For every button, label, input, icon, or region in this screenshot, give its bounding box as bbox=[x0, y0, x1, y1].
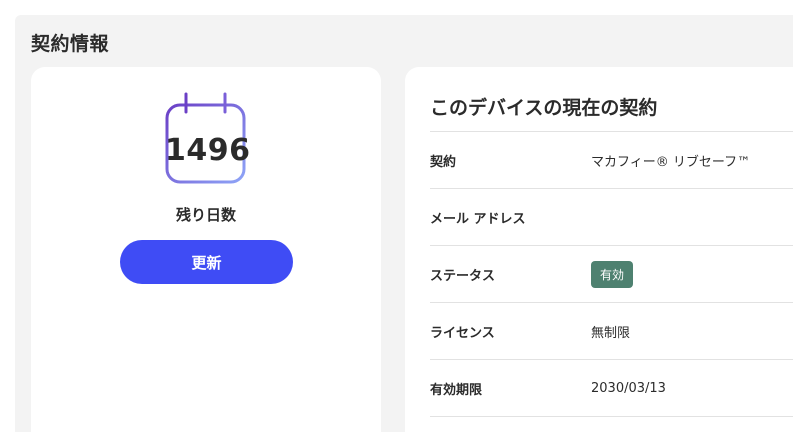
renew-button[interactable]: 更新 bbox=[120, 240, 293, 284]
detail-value: 2030/03/13 bbox=[591, 380, 666, 396]
detail-row-status: ステータス 有効 bbox=[430, 246, 793, 303]
detail-value: マカフィー® リブセーフ™ bbox=[591, 154, 751, 170]
status-badge: 有効 bbox=[591, 260, 634, 288]
subscription-details: 契約 マカフィー® リブセーフ™ メール アドレス ステータス 有効 ライセンス… bbox=[430, 131, 793, 417]
detail-label: 有効期限 bbox=[430, 382, 483, 398]
detail-value: 無制限 bbox=[591, 325, 631, 341]
days-remaining-label: 残り日数 bbox=[175, 206, 236, 224]
detail-label: ライセンス bbox=[430, 325, 495, 341]
detail-row-subscription: 契約 マカフィー® リブセーフ™ bbox=[430, 132, 793, 189]
card-title: このデバイスの現在の契約 bbox=[430, 97, 658, 119]
days-remaining-number: 1496 bbox=[165, 133, 251, 168]
days-remaining-card: 1496 残り日数 更新 bbox=[31, 67, 381, 447]
detail-row-email: メール アドレス bbox=[430, 189, 793, 246]
detail-label: メール アドレス bbox=[430, 211, 526, 227]
current-subscription-card: このデバイスの現在の契約 契約 マカフィー® リブセーフ™ メール アドレス ス… bbox=[405, 67, 793, 447]
detail-row-expiration: 有効期限 2030/03/13 bbox=[430, 360, 793, 417]
detail-label: ステータス bbox=[430, 268, 496, 284]
section-title: 契約情報 bbox=[31, 33, 110, 55]
detail-row-license: ライセンス 無制限 bbox=[430, 303, 793, 360]
calendar-icon: 1496 bbox=[165, 92, 251, 184]
detail-label: 契約 bbox=[430, 154, 457, 170]
subscription-panel: 契約情報 1496 残り日数 更新 このデバイスの現在の契約 契約 マカフィー®… bbox=[15, 15, 793, 447]
